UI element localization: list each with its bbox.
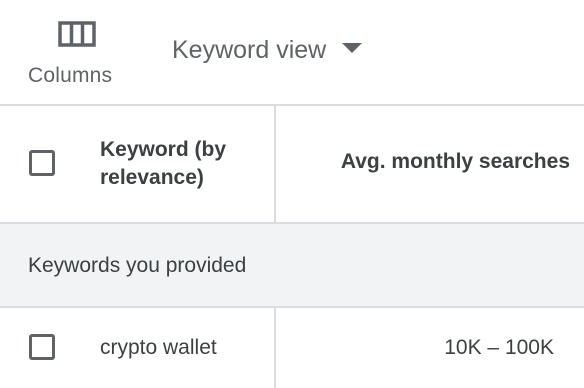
keyword-cell: crypto wallet bbox=[100, 336, 217, 359]
select-all-checkbox[interactable] bbox=[29, 150, 55, 176]
caret-down-icon bbox=[342, 43, 363, 53]
toolbar: Columns Keyword view bbox=[0, 0, 584, 104]
keyword-view-dropdown[interactable]: Keyword view bbox=[172, 30, 363, 70]
columns-label: Columns bbox=[28, 64, 113, 87]
column-header-keyword[interactable]: Keyword (by relevance) bbox=[100, 136, 260, 192]
row-checkbox[interactable] bbox=[29, 334, 55, 360]
toolbar-divider bbox=[0, 104, 584, 106]
group-divider bbox=[0, 306, 584, 308]
row-column-divider bbox=[274, 308, 276, 388]
columns-button[interactable]: Columns bbox=[22, 14, 132, 94]
group-label: Keywords you provided bbox=[28, 254, 247, 277]
keyword-view-label: Keyword view bbox=[172, 35, 327, 64]
avg-monthly-searches-cell: 10K – 100K bbox=[444, 336, 554, 359]
column-header-avg-monthly-searches[interactable]: Avg. monthly searches bbox=[341, 150, 570, 174]
header-column-divider bbox=[274, 106, 276, 222]
view-column-icon bbox=[58, 21, 96, 47]
